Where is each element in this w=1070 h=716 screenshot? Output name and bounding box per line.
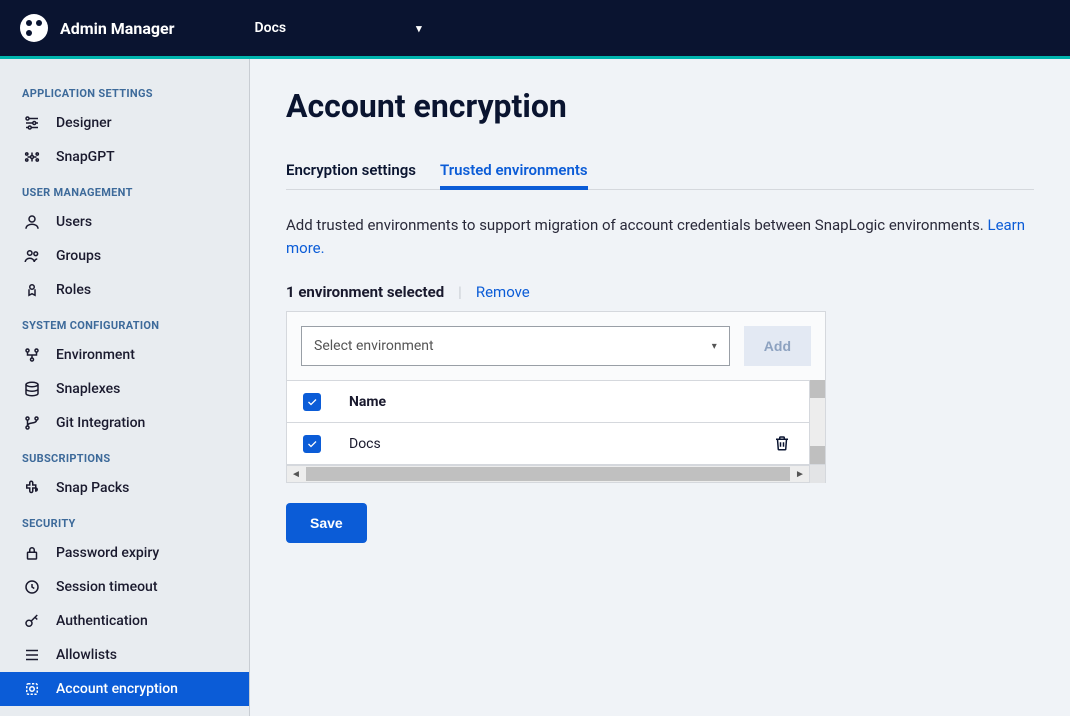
section-title-user: USER MANAGEMENT	[0, 174, 249, 205]
sidebar-item-designer[interactable]: Designer	[0, 106, 249, 140]
sidebar-item-allowlists[interactable]: Allowlists	[0, 638, 249, 672]
sidebar-item-snaplexes[interactable]: Snaplexes	[0, 372, 249, 406]
sidebar-item-session-timeout[interactable]: Session timeout	[0, 570, 249, 604]
sidebar-item-password-expiry[interactable]: Password expiry	[0, 536, 249, 570]
description-text: Add trusted environments to support migr…	[286, 216, 987, 234]
sidebar-item-git[interactable]: Git Integration	[0, 406, 249, 440]
branch-icon	[22, 413, 42, 433]
environment-select[interactable]: Select environment ▾	[301, 326, 730, 366]
page-description: Add trusted environments to support migr…	[286, 214, 1034, 259]
row-checkbox[interactable]	[303, 435, 321, 453]
selection-bar: 1 environment selected | Remove	[286, 283, 1034, 301]
chevron-down-icon: ▾	[416, 22, 422, 35]
chevron-down-icon: ▾	[712, 341, 717, 352]
puzzle-icon	[22, 478, 42, 498]
sidebar-item-label: Environment	[56, 347, 135, 363]
sidebar-item-label: Groups	[56, 248, 101, 264]
sidebar-item-account-encryption[interactable]: Account encryption	[0, 672, 249, 706]
divider: |	[458, 283, 462, 301]
sidebar-item-label: Snaplexes	[56, 381, 120, 397]
users-icon	[22, 246, 42, 266]
org-selector-label: Docs	[255, 20, 287, 36]
sidebar-item-label: Designer	[56, 115, 112, 131]
sidebar-item-authentication[interactable]: Authentication	[0, 604, 249, 638]
user-icon	[22, 212, 42, 232]
shield-icon	[22, 679, 42, 699]
add-button[interactable]: Add	[744, 326, 811, 366]
trusted-env-panel: Select environment ▾ Add Name Docs	[286, 311, 826, 465]
sidebar-item-label: Git Integration	[56, 415, 145, 431]
sidebar-item-label: Users	[56, 214, 92, 230]
brand-name: Admin Manager	[60, 19, 175, 38]
sidebar-item-roles[interactable]: Roles	[0, 273, 249, 307]
sidebar: APPLICATION SETTINGS Designer SnapGPT US…	[0, 59, 250, 716]
remove-link[interactable]: Remove	[476, 283, 530, 301]
list-icon	[22, 645, 42, 665]
page-title: Account encryption	[286, 87, 1034, 125]
logo	[20, 14, 48, 42]
table-header-row: Name	[287, 380, 809, 422]
column-header-name: Name	[349, 394, 793, 410]
select-placeholder: Select environment	[314, 338, 434, 354]
tab-trusted-environments[interactable]: Trusted environments	[440, 151, 588, 189]
clock-icon	[22, 577, 42, 597]
sidebar-item-users[interactable]: Users	[0, 205, 249, 239]
section-title-app: APPLICATION SETTINGS	[0, 75, 249, 106]
stack-icon	[22, 379, 42, 399]
sidebar-item-snappacks[interactable]: Snap Packs	[0, 471, 249, 505]
sidebar-item-label: Authentication	[56, 613, 148, 629]
badge-icon	[22, 280, 42, 300]
network-icon	[22, 345, 42, 365]
sliders-icon	[22, 113, 42, 133]
section-title-security: SECURITY	[0, 505, 249, 536]
sidebar-item-label: Password expiry	[56, 545, 159, 561]
sidebar-item-label: Snap Packs	[56, 480, 129, 496]
selection-count: 1 environment selected	[286, 283, 444, 301]
scroll-left-arrow[interactable]: ◄	[287, 465, 305, 483]
tabs: Encryption settings Trusted environments	[286, 151, 1034, 190]
app-header: Admin Manager Docs ▾	[0, 0, 1070, 56]
sidebar-item-label: Session timeout	[56, 579, 158, 595]
sidebar-item-label: SnapGPT	[56, 149, 115, 165]
main-content: Account encryption Encryption settings T…	[250, 59, 1070, 716]
save-button[interactable]: Save	[286, 503, 367, 543]
sidebar-item-label: Allowlists	[56, 647, 117, 663]
horizontal-scrollbar[interactable]: ◄ ►	[286, 465, 826, 483]
sidebar-item-snapgpt[interactable]: SnapGPT	[0, 140, 249, 174]
lock-icon	[22, 543, 42, 563]
org-selector[interactable]: Docs ▾	[255, 20, 422, 36]
scroll-right-arrow[interactable]: ►	[791, 465, 809, 483]
row-name: Docs	[349, 436, 773, 452]
vertical-scrollbar[interactable]	[809, 380, 825, 464]
section-title-subs: SUBSCRIPTIONS	[0, 440, 249, 471]
sparkle-icon	[22, 147, 42, 167]
select-all-checkbox[interactable]	[303, 393, 321, 411]
sidebar-item-environment[interactable]: Environment	[0, 338, 249, 372]
key-icon	[22, 611, 42, 631]
sidebar-item-label: Account encryption	[56, 681, 178, 697]
sidebar-item-groups[interactable]: Groups	[0, 239, 249, 273]
tab-encryption-settings[interactable]: Encryption settings	[286, 151, 416, 189]
sidebar-item-label: Roles	[56, 282, 91, 298]
section-title-system: SYSTEM CONFIGURATION	[0, 307, 249, 338]
table-row: Docs	[287, 422, 809, 464]
delete-row-button[interactable]	[773, 434, 793, 454]
